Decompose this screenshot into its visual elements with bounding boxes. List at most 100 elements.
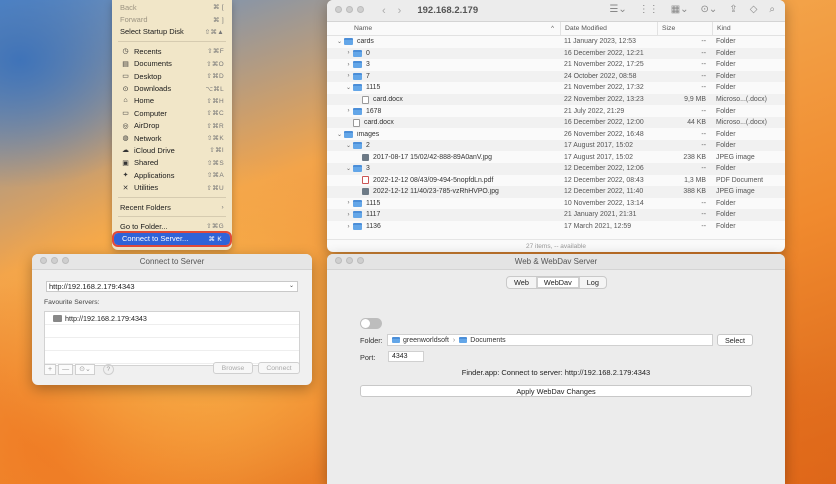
row-name-cell: ⌄ 2 bbox=[327, 142, 560, 150]
list-view-icon[interactable]: ☰⌄ bbox=[609, 4, 626, 15]
help-button[interactable]: ? bbox=[102, 363, 114, 375]
search-icon[interactable]: ⌕ bbox=[769, 4, 775, 15]
more-actions-icon[interactable]: ⊙⌄ bbox=[701, 4, 718, 15]
folder-icon bbox=[353, 61, 362, 69]
folder-path[interactable]: greenworldsoft › Documents bbox=[387, 334, 713, 346]
menu-item-icloud-drive[interactable]: ☁ iCloud Drive ⇧⌘I bbox=[112, 144, 232, 156]
tag-icon[interactable]: ◇ bbox=[750, 4, 758, 15]
close-button[interactable] bbox=[335, 6, 342, 13]
menu-item-label: Back bbox=[120, 2, 137, 12]
menu-item-go-to-folder[interactable]: Go to Folder... ⇧⌘G bbox=[112, 220, 232, 232]
add-favourite-button[interactable]: + bbox=[44, 363, 57, 375]
menu-item-home[interactable]: ⌂ Home ⇧⌘H bbox=[112, 95, 232, 107]
zoom-button[interactable] bbox=[62, 257, 69, 264]
menu-item-forward[interactable]: Forward ⌘ ] bbox=[112, 13, 232, 25]
table-row[interactable]: ⌄ images 26 November 2022, 16:48 -- Folder bbox=[327, 128, 785, 140]
menu-item-computer[interactable]: ▭ Computer ⇧⌘C bbox=[112, 107, 232, 119]
menu-item-label: Connect to Server... bbox=[122, 234, 189, 244]
share-icon[interactable]: ⇪ bbox=[729, 4, 737, 15]
minimize-button[interactable] bbox=[346, 257, 353, 264]
chevron-down-icon[interactable]: ⌄ bbox=[344, 165, 353, 172]
chevron-right-icon[interactable]: › bbox=[344, 200, 353, 206]
status-bar: 27 items, -- available bbox=[327, 239, 785, 252]
table-row[interactable]: › 7 24 October 2022, 08:58 -- Folder bbox=[327, 70, 785, 83]
chevron-down-icon[interactable]: ⌄ bbox=[335, 131, 344, 138]
menu-item-documents[interactable]: ▤ Documents ⇧⌘O bbox=[112, 58, 232, 70]
chevron-down-icon[interactable]: ⌄ bbox=[289, 282, 294, 291]
table-row[interactable]: › 3 21 November 2022, 17:25 -- Folder bbox=[327, 59, 785, 71]
chevron-right-icon[interactable]: › bbox=[344, 108, 353, 114]
table-row[interactable]: › 1115 10 November 2022, 13:14 -- Folder bbox=[327, 198, 785, 210]
chevron-right-icon[interactable]: › bbox=[344, 73, 353, 79]
table-row[interactable]: card.docx 16 December 2022, 12:00 44 KB Mic… bbox=[327, 116, 785, 129]
close-button[interactable] bbox=[335, 257, 342, 264]
tab-web[interactable]: Web bbox=[507, 277, 536, 288]
browse-button[interactable]: Browse bbox=[213, 362, 253, 374]
table-row[interactable]: card.docx 22 November 2022, 13:23 9,9 MB Mi… bbox=[327, 93, 785, 106]
table-row[interactable]: › 1117 21 January 2021, 21:31 -- Folder bbox=[327, 209, 785, 221]
menu-item-shortcut: ⇧⌘G bbox=[206, 223, 224, 231]
table-row[interactable]: 2017-08-17 15/02/42-888-89A0anV.jpg 17 Au… bbox=[327, 151, 785, 163]
menu-item-network[interactable]: ◍ Network ⇧⌘K bbox=[112, 132, 232, 144]
chevron-down-icon[interactable]: ⌄ bbox=[344, 142, 353, 149]
menu-item-connect-to-server[interactable]: Connect to Server... ⌘ K bbox=[112, 230, 232, 248]
chevron-right-icon[interactable]: › bbox=[344, 62, 353, 68]
menu-item-shortcut: ⇧⌘H bbox=[206, 97, 224, 105]
apply-webdav-changes-button[interactable]: Apply WebDav Changes bbox=[360, 385, 752, 397]
tab-webdav[interactable]: WebDav bbox=[535, 277, 579, 288]
menu-item-applications[interactable]: ✦ Applications ⇧⌘A bbox=[112, 169, 232, 181]
table-row[interactable]: › 0 16 December 2022, 12:21 -- Folder bbox=[327, 47, 785, 60]
menu-item-utilities[interactable]: ✕ Utilities ⇧⌘U bbox=[112, 181, 232, 193]
menu-item-downloads[interactable]: ⊙ Downloads ⌥⌘L bbox=[112, 82, 232, 94]
table-row[interactable]: ⌄ cards 11 January 2023, 12:53 -- Folder bbox=[327, 36, 785, 48]
group-icon[interactable]: ⋮⋮ bbox=[639, 4, 659, 15]
folder-icon bbox=[353, 165, 362, 173]
table-row[interactable]: ⌄ 1115 21 November 2022, 17:32 -- Folder bbox=[327, 82, 785, 94]
window-title: Connect to Server bbox=[139, 257, 205, 266]
zoom-button[interactable] bbox=[357, 257, 364, 264]
menu-item-back[interactable]: Back ⌘ [ bbox=[112, 1, 232, 13]
table-row[interactable]: › 1678 21 July 2022, 21:29 -- Folder bbox=[327, 105, 785, 117]
chevron-down-icon[interactable]: ⌄ bbox=[335, 38, 344, 45]
table-row[interactable]: 2022-12-12 08/43/09-494-5nopfdLn.pdf 12 D… bbox=[327, 175, 785, 187]
port-field[interactable]: 4343 bbox=[388, 351, 424, 362]
favourite-server-item[interactable]: http://192.168.2.179:4343 bbox=[45, 312, 299, 325]
chevron-right-icon[interactable]: › bbox=[344, 224, 353, 230]
menu-item-shared[interactable]: ▣ Shared ⇧⌘S bbox=[112, 157, 232, 169]
column-size[interactable]: Size bbox=[657, 22, 712, 35]
close-button[interactable] bbox=[40, 257, 47, 264]
minimize-button[interactable] bbox=[51, 257, 58, 264]
forward-arrow-icon[interactable]: › bbox=[398, 5, 402, 17]
minimize-button[interactable] bbox=[346, 6, 353, 13]
column-date[interactable]: Date Modified bbox=[560, 22, 657, 35]
menu-item-recent-folders[interactable]: Recent Folders › bbox=[112, 201, 232, 213]
cts-titlebar: Connect to Server bbox=[32, 254, 312, 270]
table-row[interactable]: ⌄ 2 17 August 2017, 15:02 -- Folder bbox=[327, 139, 785, 152]
menu-item-desktop[interactable]: ▭ Desktop ⇧⌘D bbox=[112, 70, 232, 82]
menu-item-airdrop[interactable]: ◎ AirDrop ⇧⌘R bbox=[112, 120, 232, 132]
grid-view-icon[interactable]: ▦⌄ bbox=[671, 4, 689, 15]
row-size: 238 KB bbox=[683, 153, 706, 161]
server-address-field[interactable]: http://192.168.2.179:4343 ⌄ bbox=[46, 281, 298, 292]
empty-list-row bbox=[45, 325, 299, 338]
row-kind: Folder bbox=[716, 72, 736, 80]
chevron-down-icon[interactable]: ⌄ bbox=[344, 84, 353, 91]
table-row[interactable]: › 1136 17 March 2021, 12:59 -- Folder bbox=[327, 221, 785, 233]
menu-item-recents[interactable]: ◷ Recents ⇧⌘F bbox=[112, 45, 232, 57]
column-name[interactable]: Name ^ bbox=[327, 22, 560, 35]
chevron-right-icon[interactable]: › bbox=[344, 50, 353, 56]
remove-favourite-button[interactable]: — bbox=[58, 363, 74, 375]
server-icon bbox=[53, 314, 62, 322]
chevron-right-icon[interactable]: › bbox=[344, 212, 353, 218]
column-kind[interactable]: Kind bbox=[712, 22, 785, 35]
zoom-button[interactable] bbox=[357, 6, 364, 13]
server-toggle[interactable] bbox=[360, 318, 382, 329]
options-button[interactable]: ⊙⌄ bbox=[75, 363, 95, 375]
menu-item-select-startup-disk[interactable]: Select Startup Disk ⇧⌘▲ bbox=[112, 26, 232, 38]
select-folder-button[interactable]: Select bbox=[717, 334, 753, 346]
tab-log[interactable]: Log bbox=[578, 277, 606, 288]
back-arrow-icon[interactable]: ‹ bbox=[382, 5, 386, 17]
connect-button[interactable]: Connect bbox=[258, 362, 300, 374]
table-row[interactable]: 2022-12-12 11/40/23-785-vzRhHVPO.jpg 12 D… bbox=[327, 186, 785, 198]
table-row[interactable]: ⌄ 3 12 December 2022, 12:06 -- Folder bbox=[327, 163, 785, 175]
